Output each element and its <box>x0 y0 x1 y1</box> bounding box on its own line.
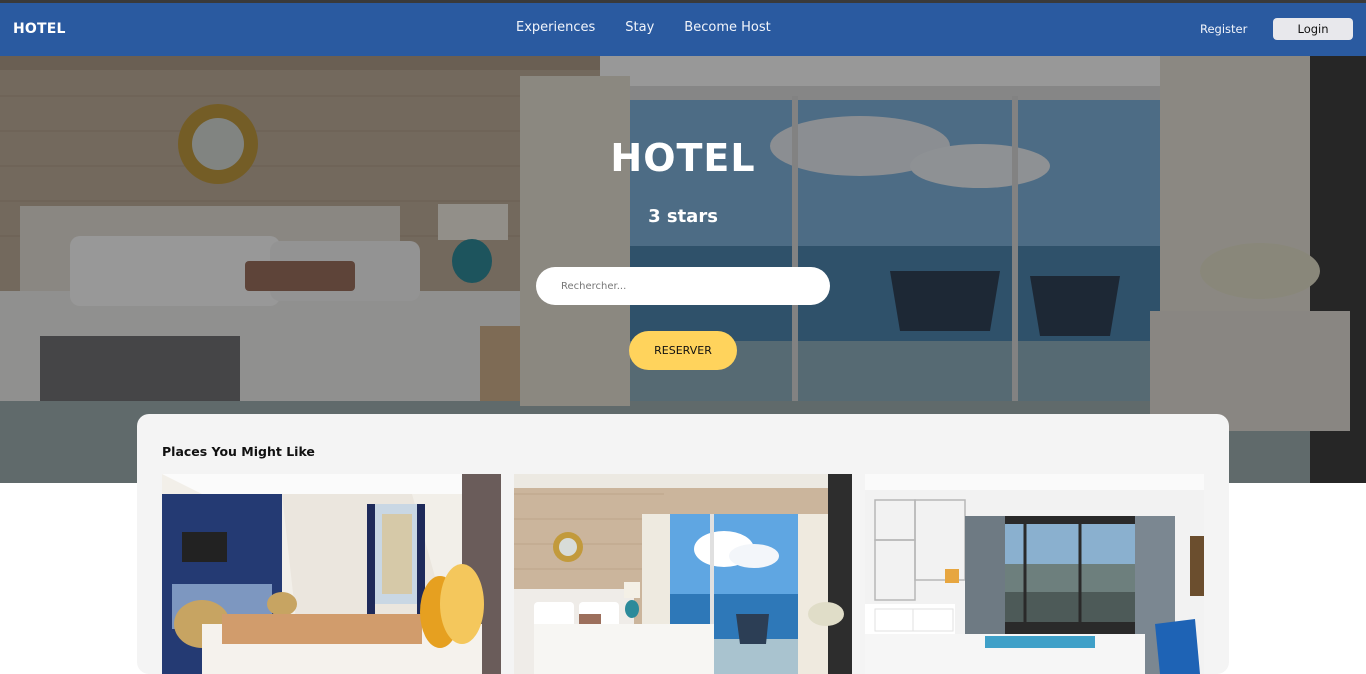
login-button[interactable]: Login <box>1273 18 1353 40</box>
nav-link-experiences[interactable]: Experiences <box>516 20 595 35</box>
hero-title: HOTEL <box>610 136 756 180</box>
hotel-room-image <box>514 474 852 674</box>
reserve-button[interactable]: RESERVER <box>629 331 737 370</box>
nav-link-stay[interactable]: Stay <box>625 20 654 35</box>
places-title: Places You Might Like <box>162 444 315 459</box>
search-input[interactable] <box>536 267 830 305</box>
hotel-room-image <box>865 474 1204 674</box>
brand-logo[interactable]: HOTEL <box>13 21 66 37</box>
hero-subtitle: 3 stars <box>648 206 718 227</box>
nav-link-become-host[interactable]: Become Host <box>684 20 770 35</box>
places-panel: Places You Might Like <box>137 414 1229 674</box>
place-card[interactable] <box>865 474 1204 674</box>
nav-links: Experiences Stay Become Host <box>516 20 771 35</box>
place-card[interactable] <box>162 474 501 674</box>
navbar: HOTEL Experiences Stay Become Host Regis… <box>0 3 1366 56</box>
place-card[interactable] <box>514 474 853 674</box>
hotel-room-image <box>162 474 501 674</box>
register-link[interactable]: Register <box>1200 22 1247 36</box>
